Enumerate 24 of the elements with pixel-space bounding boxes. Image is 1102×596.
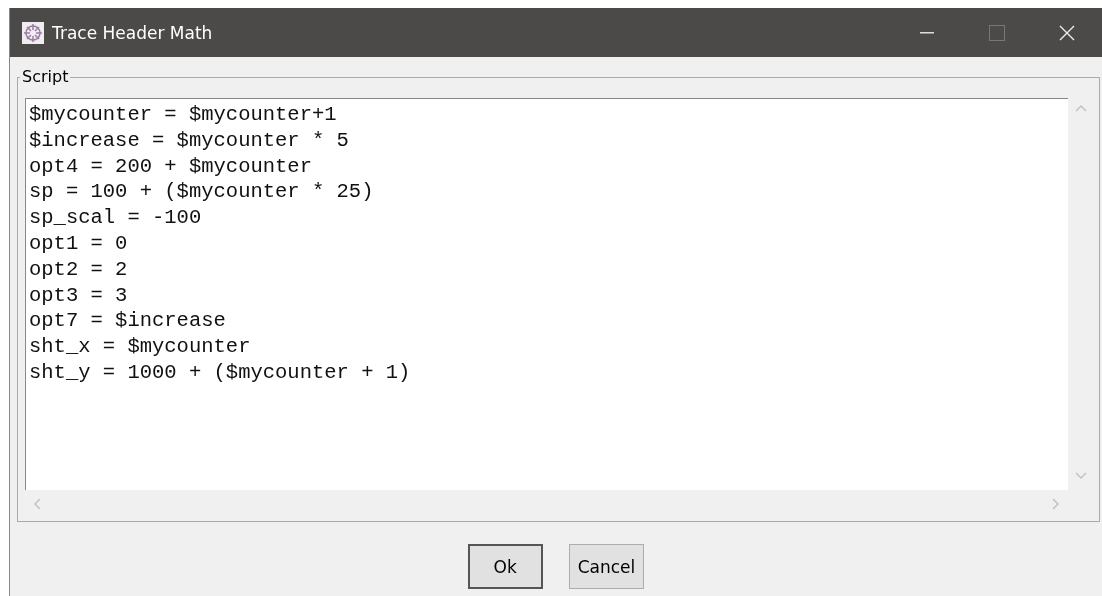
code-line: opt3 = 3 <box>29 282 128 309</box>
scroll-right-icon[interactable] <box>1052 498 1060 510</box>
code-line: opt2 = 2 <box>29 256 128 283</box>
minimize-icon <box>920 31 934 34</box>
maximize-icon <box>989 24 1005 41</box>
code-line: sht_x = $mycounter <box>29 334 251 360</box>
app-icon <box>22 21 44 44</box>
code-line: opt7 = $increase <box>29 308 226 335</box>
code-line: opt1 = 0 <box>29 231 128 257</box>
code-line: $mycounter = $mycounter+1 <box>29 102 337 128</box>
code-line: $increase = $mycounter * 5 <box>29 127 349 154</box>
code-line: sht_y = 1000 + ($mycounter + 1) <box>29 359 411 386</box>
script-editor[interactable] <box>25 98 1068 490</box>
code-line: opt4 = 200 + $mycounter <box>29 153 312 180</box>
dialog-button[interactable]: Ok <box>467 544 543 589</box>
code-line: sp = 100 + ($mycounter * 25) <box>29 179 374 206</box>
scroll-up-icon[interactable] <box>1075 104 1087 112</box>
code-line: sp_scal = -100 <box>29 205 202 231</box>
group-label: Script <box>20 67 71 86</box>
close-icon <box>1059 24 1075 41</box>
scroll-down-icon[interactable] <box>1075 472 1087 480</box>
dialog-button[interactable]: Cancel <box>568 544 645 589</box>
scroll-left-icon[interactable] <box>33 498 41 510</box>
window-title: Trace Header Math <box>52 22 214 43</box>
